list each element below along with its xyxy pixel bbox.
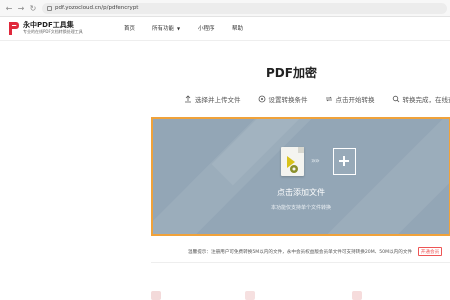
step-view-label: 转换完成，在线查看	[402, 96, 450, 104]
step-upload-label: 选择并上传文件	[195, 96, 241, 104]
dropzone-hint: 本功能仅支持单个文件转换	[270, 205, 331, 211]
url-text: pdf.yozocloud.cn/p/pdfencrypt	[55, 5, 139, 11]
settings-icon	[258, 95, 265, 103]
page-title: PDF加密	[266, 66, 317, 80]
feature-icon[interactable]	[151, 291, 161, 300]
step-settings-label: 设置转换条件	[268, 96, 308, 104]
forward-icon[interactable]: →	[16, 2, 26, 14]
feature-icon[interactable]	[245, 291, 255, 300]
step-convert: 点击开始转换	[325, 94, 375, 104]
pdf-file-icon	[281, 147, 304, 176]
logo-icon[interactable]	[8, 21, 20, 36]
step-convert-label: 点击开始转换	[335, 96, 375, 104]
file-dropzone[interactable]: »» 点击添加文件 本功能仅支持单个文件转换	[151, 117, 450, 236]
feature-icon[interactable]	[352, 291, 362, 300]
nav-home[interactable]: 首页	[124, 24, 135, 32]
nav-all-features[interactable]: 所有功能 ▼	[152, 24, 181, 33]
brand-name: 永中PDF工具集	[23, 21, 74, 29]
process-steps: 选择并上传文件 设置转换条件 点击开始转换 转换完成，在线查看	[184, 94, 450, 104]
upload-icon	[185, 95, 191, 103]
convert-icon	[325, 96, 332, 102]
divider	[151, 262, 450, 263]
brand-tagline: 专业的在线PDF文档转换处理工具	[23, 29, 83, 34]
double-chevron-right-icon: »»	[311, 156, 320, 165]
lock-badge-icon	[287, 156, 298, 173]
chevron-down-icon: ▼	[177, 25, 181, 31]
nav-mini-program[interactable]: 小程序	[198, 24, 215, 32]
reload-icon[interactable]: ↻	[28, 2, 38, 14]
add-file-label[interactable]: 点击添加文件	[153, 187, 449, 198]
nav-help[interactable]: 帮助	[232, 24, 243, 32]
step-view: 转换完成，在线查看	[392, 94, 450, 104]
step-settings: 设置转换条件	[258, 94, 308, 104]
step-upload: 选择并上传文件	[184, 94, 241, 104]
search-icon	[392, 95, 399, 103]
browser-toolbar: ← → ↻ pdf.yozocloud.cn/p/pdfencrypt	[0, 0, 450, 17]
open-membership-button[interactable]: 开通会员	[418, 247, 442, 256]
back-icon[interactable]: ←	[4, 2, 14, 14]
add-file-icon[interactable]	[333, 148, 356, 175]
address-bar[interactable]: pdf.yozocloud.cn/p/pdfencrypt	[42, 2, 447, 14]
decor-stripe	[290, 119, 449, 234]
membership-tip: 温馨提示：注册用户可免费转换5M以内的文件，永中会员权益版会员单文件可支持转换2…	[188, 250, 413, 255]
brand[interactable]: 永中PDF工具集 专业的在线PDF文档转换处理工具	[23, 21, 83, 35]
site-header: 永中PDF工具集 专业的在线PDF文档转换处理工具 首页 所有功能 ▼ 小程序 …	[0, 17, 450, 41]
nav-all-features-label: 所有功能	[152, 26, 175, 32]
lock-icon	[47, 5, 52, 11]
